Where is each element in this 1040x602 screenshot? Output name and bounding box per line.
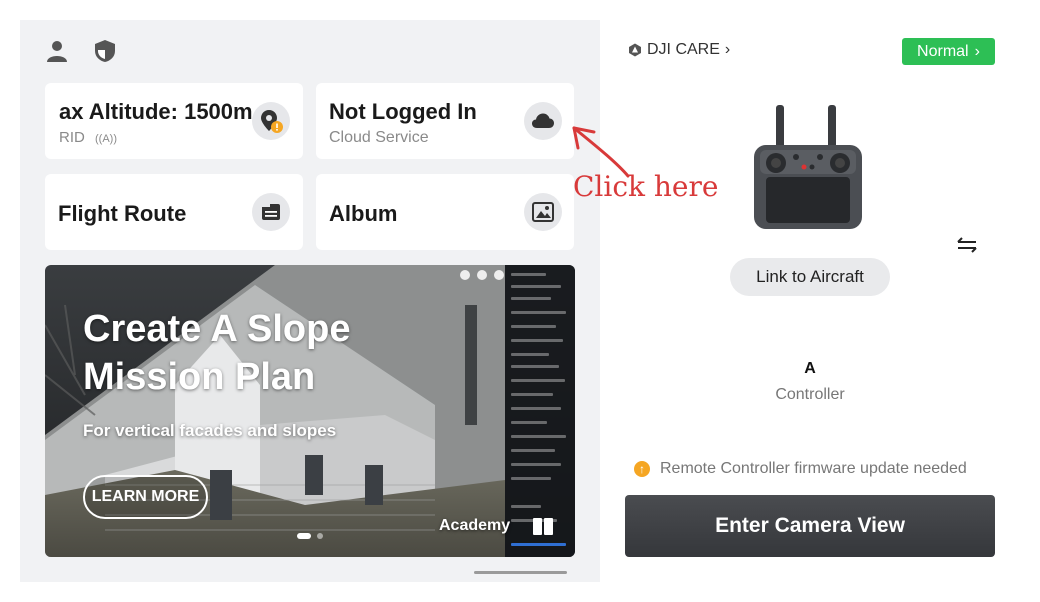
album-card[interactable]: Album: [316, 174, 574, 250]
book-icon[interactable]: [532, 515, 554, 542]
academy-label[interactable]: Academy: [439, 517, 510, 535]
album-title: Album: [329, 201, 398, 226]
banner-subtitle: For vertical facades and slopes: [83, 421, 337, 440]
enter-camera-view-button[interactable]: Enter Camera View: [625, 495, 995, 557]
flight-route-title: Flight Route: [58, 201, 187, 226]
shield-icon[interactable]: [92, 38, 118, 64]
map-pin-warning-icon: [252, 102, 290, 140]
controller-name: A: [804, 360, 816, 377]
altitude-title: ax Altitude: 1500m: [59, 99, 253, 124]
cloud-service-card[interactable]: Not Logged In Cloud Service: [316, 83, 574, 159]
controller-label: Controller: [775, 386, 845, 403]
dji-care-link[interactable]: DJI CARE ›: [628, 41, 730, 59]
firmware-warning-text: Remote Controller firmware update needed: [660, 460, 967, 477]
carousel-dot-active[interactable]: [297, 533, 311, 539]
image-gallery-icon: [524, 193, 562, 231]
status-normal-button[interactable]: Normal ›: [902, 38, 995, 65]
status-normal-label: Normal: [917, 42, 969, 60]
link-to-aircraft-button[interactable]: Link to Aircraft: [730, 258, 890, 296]
swap-arrows-icon[interactable]: [956, 236, 978, 259]
promo-banner[interactable]: Create A Slope Mission Plan For vertical…: [45, 265, 575, 557]
top-icons: [44, 38, 118, 64]
dji-care-label: DJI CARE: [647, 41, 720, 58]
embedded-app-panel: [505, 265, 575, 557]
remote-controller-image: [752, 105, 864, 234]
cloud-title: Not Logged In: [329, 99, 477, 124]
chevron-right-icon: ›: [724, 41, 731, 58]
altitude-card[interactable]: ax Altitude: 1500m RID ((A)): [45, 83, 303, 159]
firmware-warning[interactable]: ↑ Remote Controller firmware update need…: [634, 460, 967, 478]
warning-arrow-up-icon: ↑: [634, 461, 650, 477]
dji-care-logo-icon: [629, 43, 641, 57]
rid-text: RID: [59, 129, 85, 146]
broadcast-icon: ((A)): [95, 133, 118, 145]
banner-title: Create A Slope Mission Plan: [83, 308, 351, 398]
cloud-subtitle: Cloud Service: [329, 129, 429, 146]
left-panel: ax Altitude: 1500m RID ((A)) Not Logged …: [20, 20, 600, 582]
chevron-right-icon: ›: [974, 42, 980, 60]
cloud-icon: [524, 102, 562, 140]
route-list-icon: [252, 193, 290, 231]
carousel-dots[interactable]: [297, 533, 323, 539]
learn-more-button[interactable]: LEARN MORE: [83, 475, 208, 519]
click-here-annotation: Click here: [573, 170, 719, 203]
carousel-dot[interactable]: [317, 533, 323, 539]
home-indicator[interactable]: [474, 571, 567, 574]
rid-label: RID ((A)): [59, 129, 117, 146]
flight-route-card[interactable]: Flight Route: [45, 174, 303, 250]
user-icon[interactable]: [44, 38, 70, 64]
